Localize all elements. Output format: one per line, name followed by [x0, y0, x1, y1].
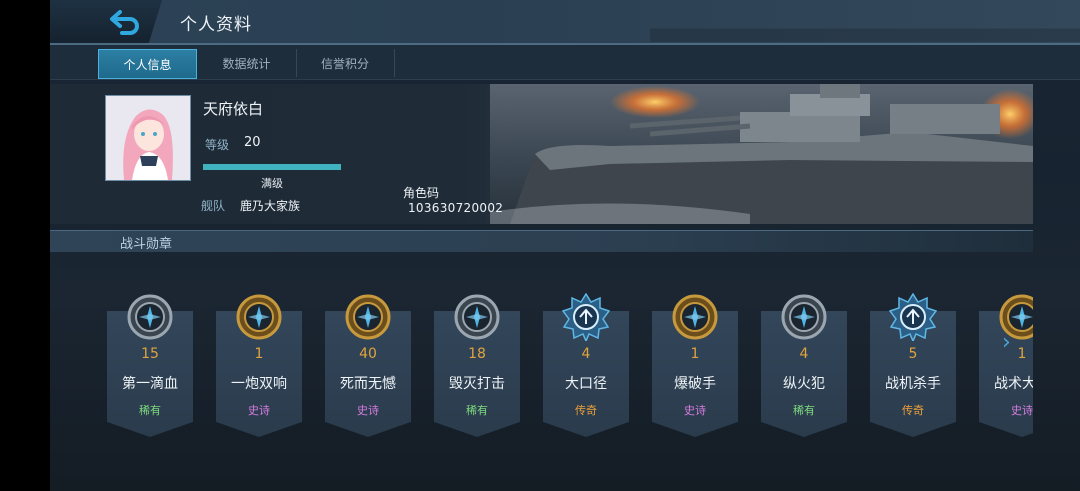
- header-bar: 个人资料: [50, 0, 1080, 44]
- medal-card[interactable]: 1 一炮双响史诗: [216, 289, 302, 437]
- medal-rarity: 传奇: [575, 404, 597, 417]
- medal-card[interactable]: 5 战机杀手传奇: [870, 289, 956, 437]
- role-code-value: 103630720002: [408, 201, 504, 215]
- medal-rarity: 稀有: [139, 404, 161, 417]
- avatar[interactable]: [105, 95, 191, 181]
- tab-bar: 个人信息 数据统计 信誉积分: [50, 45, 1080, 80]
- battleship-banner-image: [490, 84, 1033, 224]
- medal-rarity: 史诗: [684, 404, 706, 417]
- back-button[interactable]: [106, 6, 146, 38]
- player-nickname: 天府依白: [203, 100, 264, 118]
- medal-name: 第一滴血: [122, 376, 178, 392]
- medal-star-icon: [561, 292, 611, 343]
- medal-count: 4: [799, 346, 809, 362]
- medal-card[interactable]: 40 死而无憾史诗: [325, 289, 411, 437]
- medal-card[interactable]: 1战术大师史诗: [979, 289, 1033, 437]
- avatar-portrait-image: [106, 96, 190, 180]
- medal-count: 1: [254, 346, 264, 362]
- medal-rarity: 稀有: [793, 404, 815, 417]
- profile-card: 天府依白 等级 20 满级 舰队 鹿乃大家族 角色码 103630720002: [50, 84, 1033, 224]
- medal-name: 纵火犯: [783, 376, 825, 392]
- battle-medals-section-header: 战斗勋章: [50, 230, 1033, 252]
- scroll-right-icon[interactable]: ›: [1002, 330, 1011, 355]
- medal-name: 爆破手: [674, 376, 716, 392]
- medal-count: 15: [141, 346, 159, 362]
- section-title: 战斗勋章: [120, 237, 173, 252]
- fleet-name[interactable]: 鹿乃大家族: [240, 197, 300, 214]
- medal-card[interactable]: 18 毁灭打击稀有: [434, 289, 520, 437]
- experience-bar-fill: [203, 164, 341, 170]
- medal-name: 大口径: [565, 376, 607, 392]
- medal-rarity: 传奇: [902, 404, 924, 417]
- level-label: 等级: [205, 138, 230, 152]
- medal-rarity: 稀有: [466, 404, 488, 417]
- experience-bar: [203, 164, 341, 170]
- medal-rarity: 史诗: [1011, 404, 1033, 417]
- medal-count: 18: [468, 346, 486, 362]
- medal-count: 40: [359, 346, 377, 362]
- medal-count: 1: [690, 346, 700, 362]
- tab-credit-score[interactable]: 信誉积分: [296, 49, 395, 77]
- medal-gold-icon: [671, 293, 719, 341]
- medal-card[interactable]: 4 大口径传奇: [543, 289, 629, 437]
- tab-statistics[interactable]: 数据统计: [197, 49, 297, 77]
- level-value: 20: [244, 135, 261, 150]
- medal-silver-icon: [780, 293, 828, 341]
- medal-star-icon: [888, 292, 938, 343]
- medal-name: 毁灭打击: [449, 376, 505, 392]
- medal-gold-icon: [235, 293, 283, 341]
- medal-name: 战机杀手: [885, 376, 941, 392]
- medal-rarity: 史诗: [357, 404, 379, 417]
- role-code-label: 角色码: [403, 186, 440, 200]
- medal-card[interactable]: 1 爆破手史诗: [652, 289, 738, 437]
- fleet-label: 舰队: [201, 199, 226, 213]
- medal-card[interactable]: 4 纵火犯稀有: [761, 289, 847, 437]
- screen-left-border: [0, 0, 50, 491]
- medal-count: 4: [581, 346, 591, 362]
- medal-name: 一炮双响: [231, 376, 287, 392]
- medal-silver-icon: [453, 293, 501, 341]
- medal-name: 战术大师: [994, 376, 1033, 392]
- medal-silver-icon: [126, 293, 174, 341]
- medal-card[interactable]: 15 第一滴血稀有: [107, 289, 193, 437]
- page-title: 个人资料: [180, 15, 252, 35]
- medal-name: 死而无憾: [340, 376, 396, 392]
- medal-count: 5: [908, 346, 918, 362]
- max-level-label: 满级: [261, 177, 283, 190]
- profile-screen: 个人资料 个人信息 数据统计 信誉积分 天府依白 等级 20 满级 舰队 鹿乃大…: [50, 0, 1080, 491]
- back-arrow-icon: [110, 10, 139, 35]
- medal-gold-icon: [344, 293, 392, 341]
- header-ship-silhouette: [650, 8, 1080, 42]
- medal-list[interactable]: 15 第一滴血 稀有 1 一炮双响 史诗 40 死而无憾 史诗 18 毁灭打击 稀有 4 大口径 传奇 1 爆破…: [107, 289, 1033, 439]
- medal-rarity: 史诗: [248, 404, 270, 417]
- tab-personal-info[interactable]: 个人信息: [98, 49, 197, 79]
